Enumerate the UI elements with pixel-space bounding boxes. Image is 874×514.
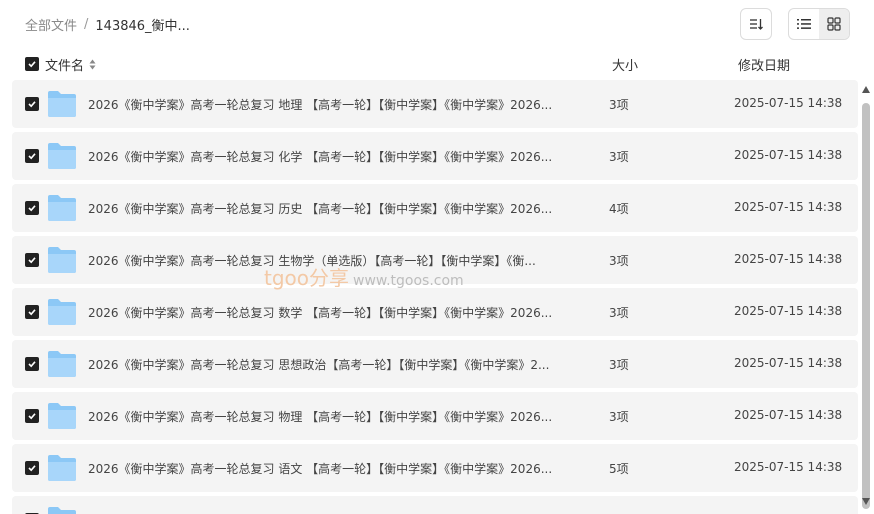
folder-icon <box>48 507 76 514</box>
file-size: 3项 <box>609 306 629 320</box>
sort-button[interactable] <box>740 8 772 40</box>
file-date: 2025-07-15 14:38 <box>734 460 843 474</box>
breadcrumb-root[interactable]: 全部文件 <box>25 15 77 34</box>
file-date: 2025-07-15 14:38 <box>734 96 843 110</box>
scroll-up-arrow-icon[interactable] <box>862 86 870 93</box>
file-name[interactable]: 2026《衡中学案》高考一轮总复习 数学 【高考一轮】【衡中学案】《衡中学案》2… <box>88 304 552 321</box>
row-checkbox[interactable] <box>25 97 39 111</box>
table-row[interactable]: 2026《衡中学案》高考一轮总复习 生物学（单选版）【高考一轮】【衡中学案】《衡… <box>12 236 858 284</box>
view-mode-toggle <box>788 8 850 40</box>
check-icon <box>28 309 36 316</box>
file-size: 3项 <box>609 98 629 112</box>
row-checkbox[interactable] <box>25 201 39 215</box>
breadcrumb-separator: / <box>84 16 89 32</box>
folder-icon <box>48 299 76 325</box>
file-size: 3项 <box>609 410 629 424</box>
column-name-label: 文件名 <box>45 58 85 74</box>
row-checkbox[interactable] <box>25 409 39 423</box>
toolbar <box>740 8 850 40</box>
row-checkbox[interactable] <box>25 149 39 163</box>
folder-icon <box>48 455 76 481</box>
vertical-scrollbar[interactable] <box>860 82 872 512</box>
file-name[interactable]: 2026《衡中学案》高考一轮总复习 历史 【高考一轮】【衡中学案】《衡中学案》2… <box>88 200 552 217</box>
file-size: 3项 <box>609 150 629 164</box>
table-row-partial[interactable] <box>12 496 858 514</box>
column-header-size[interactable]: 大小 <box>612 55 638 74</box>
file-name[interactable]: 2026《衡中学案》高考一轮总复习 生物学（单选版）【高考一轮】【衡中学案】《衡… <box>88 252 536 269</box>
sort-order-icon <box>750 19 763 30</box>
file-size: 5项 <box>609 462 629 476</box>
file-size: 3项 <box>609 254 629 268</box>
folder-icon <box>48 247 76 273</box>
file-size: 3项 <box>609 358 629 372</box>
file-date: 2025-07-15 14:38 <box>734 408 843 422</box>
folder-icon <box>48 195 76 221</box>
folder-icon <box>48 91 76 117</box>
row-checkbox[interactable] <box>25 253 39 267</box>
select-all-checkbox[interactable] <box>25 57 39 71</box>
breadcrumb-current: 143846_衡中... <box>95 18 190 34</box>
row-checkbox[interactable] <box>25 305 39 319</box>
scrollbar-thumb[interactable] <box>862 103 870 509</box>
file-date: 2025-07-15 14:38 <box>734 252 843 266</box>
table-row[interactable]: 2026《衡中学案》高考一轮总复习 化学 【高考一轮】【衡中学案】《衡中学案》2… <box>12 132 858 180</box>
list-view-button[interactable] <box>789 9 819 39</box>
scroll-down-arrow-icon[interactable] <box>862 498 870 505</box>
table-row[interactable]: 2026《衡中学案》高考一轮总复习 数学 【高考一轮】【衡中学案】《衡中学案》2… <box>12 288 858 336</box>
folder-icon <box>48 403 76 429</box>
file-date: 2025-07-15 14:38 <box>734 200 843 214</box>
table-row[interactable]: 2026《衡中学案》高考一轮总复习 语文 【高考一轮】【衡中学案】《衡中学案》2… <box>12 444 858 492</box>
table-row[interactable]: 2026《衡中学案》高考一轮总复习 历史 【高考一轮】【衡中学案】《衡中学案》2… <box>12 184 858 232</box>
check-icon <box>28 61 36 68</box>
sort-updown-icon <box>89 59 96 69</box>
file-size: 4项 <box>609 202 629 216</box>
folder-icon <box>48 351 76 377</box>
file-date: 2025-07-15 14:38 <box>734 356 843 370</box>
grid-view-button[interactable] <box>819 9 849 39</box>
file-name[interactable]: 2026《衡中学案》高考一轮总复习 思想政治【高考一轮】【衡中学案】《衡中学案》… <box>88 356 549 373</box>
column-header-name[interactable]: 文件名 <box>45 55 96 74</box>
check-icon <box>28 257 36 264</box>
grid-icon <box>827 17 841 31</box>
file-name[interactable]: 2026《衡中学案》高考一轮总复习 语文 【高考一轮】【衡中学案】《衡中学案》2… <box>88 460 552 477</box>
file-name[interactable]: 2026《衡中学案》高考一轮总复习 物理 【高考一轮】【衡中学案】《衡中学案》2… <box>88 408 552 425</box>
check-icon <box>28 205 36 212</box>
list-icon <box>797 19 811 29</box>
check-icon <box>28 413 36 420</box>
check-icon <box>28 361 36 368</box>
check-icon <box>28 101 36 108</box>
row-checkbox[interactable] <box>25 357 39 371</box>
check-icon <box>28 465 36 472</box>
file-list: 2026《衡中学案》高考一轮总复习 地理 【高考一轮】【衡中学案】《衡中学案》2… <box>12 80 858 514</box>
file-name[interactable]: 2026《衡中学案》高考一轮总复习 化学 【高考一轮】【衡中学案】《衡中学案》2… <box>88 148 552 165</box>
table-header: 文件名 大小 修改日期 <box>12 52 858 76</box>
table-row[interactable]: 2026《衡中学案》高考一轮总复习 思想政治【高考一轮】【衡中学案】《衡中学案》… <box>12 340 858 388</box>
column-header-date[interactable]: 修改日期 <box>738 55 790 74</box>
row-checkbox[interactable] <box>25 461 39 475</box>
table-row[interactable]: 2026《衡中学案》高考一轮总复习 地理 【高考一轮】【衡中学案】《衡中学案》2… <box>12 80 858 128</box>
table-row[interactable]: 2026《衡中学案》高考一轮总复习 物理 【高考一轮】【衡中学案】《衡中学案》2… <box>12 392 858 440</box>
folder-icon <box>48 143 76 169</box>
file-name[interactable]: 2026《衡中学案》高考一轮总复习 地理 【高考一轮】【衡中学案】《衡中学案》2… <box>88 96 552 113</box>
file-date: 2025-07-15 14:38 <box>734 304 843 318</box>
breadcrumb: 全部文件 / 143846_衡中... <box>25 14 190 34</box>
file-date: 2025-07-15 14:38 <box>734 148 843 162</box>
check-icon <box>28 153 36 160</box>
